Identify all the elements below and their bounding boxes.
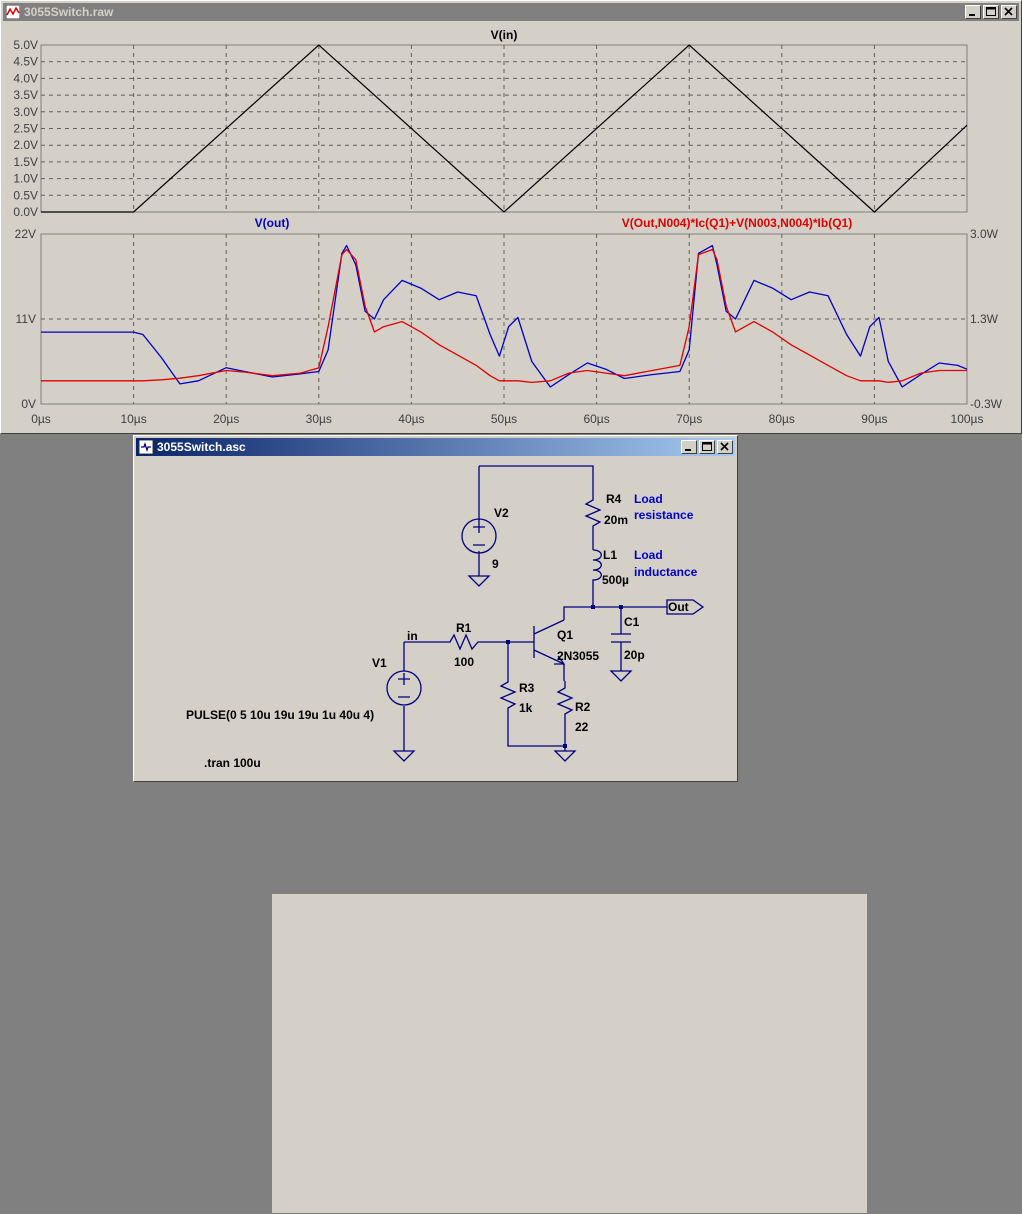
- waveform-icon: [6, 5, 20, 19]
- top-y-axis: 5.0V 4.5V 4.0V 3.5V 3.0V 2.5V 2.0V 1.5V 1.0V 0.5V…: [13, 38, 38, 219]
- top-y-tick-label: 5.0V: [13, 38, 38, 52]
- r4-name[interactable]: R4: [606, 492, 622, 506]
- r3-resistor[interactable]: [499, 676, 517, 713]
- l1-name[interactable]: L1: [603, 548, 617, 562]
- schematic-canvas[interactable]: [271, 893, 868, 1214]
- x-tick-label: 0µs: [31, 412, 51, 426]
- x-tick-label: 10µs: [120, 412, 146, 426]
- schematic-window: 3055Switch.asc V2 9 R4 20m L1 500µ Out C…: [133, 435, 868, 1214]
- junction-out: [619, 605, 623, 609]
- x-tick-label: 50µs: [491, 412, 517, 426]
- x-tick-label: 30µs: [306, 412, 332, 426]
- vout-trace-label[interactable]: V(out): [255, 216, 290, 230]
- x-axis: 0µs 10µs 20µs 30µs 40µs 50µs 60µs 70µs 80µs 90µs 1…: [31, 412, 983, 426]
- top-y-tick-label: 3.5V: [13, 88, 38, 102]
- bottom-right-y-tick-label: 1.3W: [970, 312, 999, 326]
- l1-value[interactable]: 500µ: [602, 573, 629, 587]
- c1-value[interactable]: 20p: [624, 648, 645, 662]
- r1-resistor[interactable]: [444, 633, 484, 651]
- bottom-left-y-tick-label: 0V: [21, 397, 36, 411]
- v1-name[interactable]: V1: [372, 656, 387, 670]
- v2-polarity: [473, 521, 485, 546]
- c1-capacitor[interactable]: [611, 633, 631, 643]
- wire-collector: [563, 586, 594, 620]
- load-resistance-comment-line1[interactable]: Load: [634, 492, 663, 506]
- x-tick-label: 60µs: [583, 412, 609, 426]
- bottom-right-y-tick-label: -0.3W: [970, 397, 1003, 411]
- v2-name[interactable]: V2: [494, 506, 509, 520]
- v2-value[interactable]: 9: [492, 557, 499, 571]
- x-tick-label: 90µs: [861, 412, 887, 426]
- r4-value[interactable]: 20m: [604, 513, 628, 527]
- r3-name[interactable]: R3: [519, 681, 535, 695]
- ground-v2: [467, 575, 491, 587]
- minimize-icon: [969, 14, 975, 16]
- load-inductance-comment-line1[interactable]: Load: [634, 548, 663, 562]
- r1-value[interactable]: 100: [454, 655, 474, 669]
- wire-r3-bottom: [507, 713, 565, 747]
- x-tick-label: 70µs: [676, 412, 702, 426]
- r1-name[interactable]: R1: [456, 621, 472, 635]
- r2-name[interactable]: R2: [575, 700, 591, 714]
- top-y-tick-label: 1.0V: [13, 172, 38, 186]
- l1-inductor[interactable]: [592, 549, 602, 586]
- ground-r2: [553, 750, 577, 762]
- q1-value[interactable]: 2N3055: [557, 649, 599, 663]
- plot-window-titlebar[interactable]: 3055Switch.raw: [3, 3, 1019, 21]
- x-tick-label: 20µs: [213, 412, 239, 426]
- waveform-viewer[interactable]: V(in) 5.0V 4.5V 4.0V 3.5V 3.0V 2.5V 2.0V 1.5V 1.…: [4, 23, 1017, 431]
- x-tick-label: 40µs: [398, 412, 424, 426]
- v1-polarity: [398, 673, 410, 698]
- q1-name[interactable]: Q1: [557, 628, 573, 642]
- top-y-tick-label: 0.5V: [13, 188, 38, 202]
- minimize-button[interactable]: [965, 5, 981, 19]
- top-y-tick-label: 4.0V: [13, 71, 38, 85]
- top-y-tick-label: 1.5V: [13, 155, 38, 169]
- r3-value[interactable]: 1k: [519, 701, 533, 715]
- bottom-right-y-axis: 3.0W 1.3W -0.3W: [970, 227, 1003, 411]
- load-inductance-comment-line2[interactable]: inductance: [634, 565, 698, 579]
- c1-name[interactable]: C1: [624, 615, 640, 629]
- x-tick-label: 80µs: [769, 412, 795, 426]
- ground-c1: [609, 670, 633, 682]
- bottom-right-y-tick-label: 3.0W: [970, 227, 999, 241]
- ground-v1: [392, 750, 416, 762]
- bottom-left-y-tick-label: 22V: [15, 227, 36, 241]
- plot-window: 3055Switch.raw V(in) 5.0V 4.5V 4.0V 3.5V 3.0…: [0, 0, 1022, 434]
- out-label[interactable]: Out: [668, 600, 689, 614]
- top-y-tick-label: 2.0V: [13, 138, 38, 152]
- x-tick-label: 100µs: [951, 412, 984, 426]
- tran-directive[interactable]: .tran 100u: [204, 756, 261, 770]
- r4-resistor[interactable]: [584, 494, 602, 531]
- top-y-tick-label: 4.5V: [13, 55, 38, 69]
- r2-value[interactable]: 22: [575, 720, 589, 734]
- junction-collector: [591, 605, 595, 609]
- load-resistance-comment-line2[interactable]: resistance: [634, 508, 694, 522]
- waveform-plot-svg[interactable]: V(in) 5.0V 4.5V 4.0V 3.5V 3.0V 2.5V 2.0V 1.5V 1.…: [4, 23, 1017, 431]
- junction-base: [506, 640, 510, 644]
- top-y-tick-label: 3.0V: [13, 105, 38, 119]
- top-y-tick-label: 2.5V: [13, 122, 38, 136]
- power-trace-label[interactable]: V(Out,N004)*Ic(Q1)+V(N003,N004)*Ib(Q1): [622, 216, 852, 230]
- top-plot-label[interactable]: V(in): [491, 28, 518, 42]
- close-icon: [1004, 7, 1013, 16]
- wire-top: [479, 465, 594, 494]
- plot-window-title: 3055Switch.raw: [24, 5, 114, 19]
- maximize-icon: [986, 7, 996, 16]
- bottom-left-y-axis: 22V 11V 0V: [15, 227, 36, 411]
- r2-resistor[interactable]: [556, 681, 574, 726]
- close-button[interactable]: [1001, 5, 1017, 19]
- schematic-drawing[interactable]: V2 9 R4 20m L1 500µ Out C1 20p Q1 2N3055…: [134, 436, 739, 783]
- top-y-tick-label: 0.0V: [13, 205, 38, 219]
- in-label[interactable]: in: [407, 629, 418, 643]
- pulse-directive[interactable]: PULSE(0 5 10u 19u 19u 1u 40u 4): [186, 708, 374, 722]
- junction-ground: [563, 744, 567, 748]
- maximize-button[interactable]: [983, 5, 999, 19]
- bottom-left-y-tick-label: 11V: [16, 312, 36, 326]
